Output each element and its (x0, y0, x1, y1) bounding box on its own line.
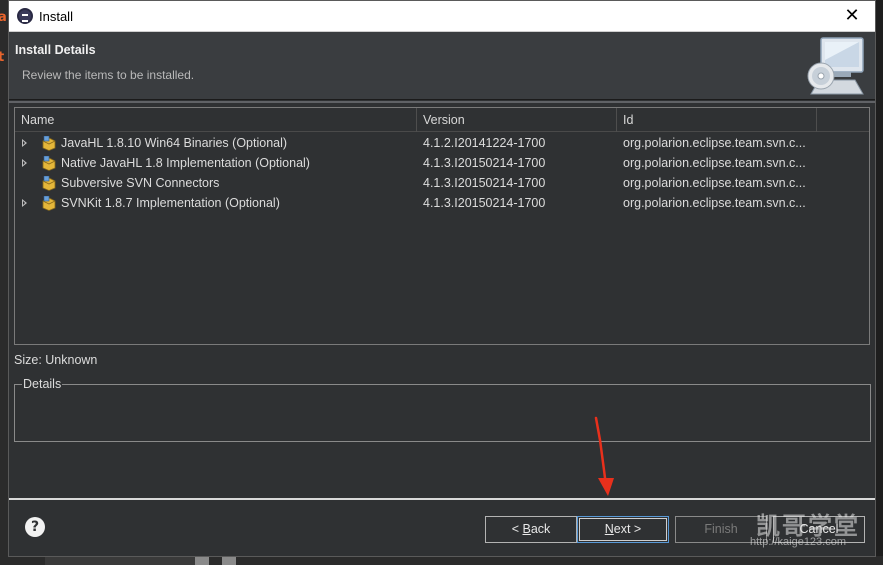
item-id: org.polarion.eclipse.team.svn.c... (623, 136, 806, 150)
watermark-url: http://kaige123.com (750, 536, 847, 548)
wizard-header: Install Details Review the items to be i… (9, 32, 875, 100)
item-id: org.polarion.eclipse.team.svn.c... (623, 156, 806, 170)
header-separator (9, 101, 875, 103)
expand-arrow-hollow (23, 201, 25, 205)
package-icon (42, 176, 56, 191)
details-group: Details (14, 378, 871, 442)
page-description: Review the items to be installed. (22, 68, 195, 82)
close-button[interactable]: ✕ (829, 1, 875, 31)
expand-arrow-hollow (23, 141, 25, 145)
help-icon[interactable]: ? (25, 517, 45, 537)
package-icon (42, 136, 56, 151)
back-button-mnemonic: B (522, 522, 531, 536)
back-button-label: ack (530, 522, 551, 536)
next-button-label: ext > (613, 522, 642, 536)
install-wizard-icon (807, 37, 864, 95)
next-button-mnemonic: N (604, 522, 614, 536)
background-app-strip: a t (0, 0, 8, 565)
install-size-label: Size: Unknown (14, 353, 98, 367)
table-row[interactable]: SVNKit 1.8.7 Implementation (Optional) 4… (15, 194, 869, 214)
column-header-id[interactable]: Id (617, 108, 817, 132)
background-text-fragment: a (0, 10, 7, 25)
item-id: org.polarion.eclipse.team.svn.c... (623, 176, 806, 190)
column-header-version[interactable]: Version (417, 108, 617, 132)
item-name: SVNKit 1.8.7 Implementation (Optional) (61, 196, 280, 210)
title-bar[interactable]: Install ✕ (9, 1, 875, 32)
item-name: Subversive SVN Connectors (61, 176, 220, 190)
back-button-prefix: < (511, 522, 523, 536)
table-header: Name Version Id (15, 108, 869, 132)
table-row[interactable]: JavaHL 1.8.10 Win64 Binaries (Optional) … (15, 134, 869, 154)
item-version: 4.1.3.I20150214-1700 (423, 156, 546, 170)
close-icon: ✕ (844, 5, 860, 26)
item-name: Native JavaHL 1.8 Implementation (Option… (61, 156, 310, 170)
background-bottom-strip (0, 556, 883, 565)
item-version: 4.1.2.I20141224-1700 (423, 136, 546, 150)
column-header-name[interactable]: Name (15, 108, 417, 132)
background-scrollbar (195, 556, 209, 565)
install-dialog: Install ✕ Install Details Review the ite… (8, 0, 876, 557)
expand-arrow-hollow (23, 161, 25, 165)
background-panel (45, 556, 195, 565)
site-watermark: 凯哥学堂 http://kaige123.com (750, 506, 870, 554)
eclipse-app-icon (17, 8, 33, 24)
back-button[interactable]: < Back (485, 516, 577, 543)
footer-separator (9, 498, 875, 500)
package-icon (42, 156, 56, 171)
details-group-label: Details (22, 377, 63, 391)
background-text-fragment: t (0, 50, 5, 65)
background-scrollbar (222, 556, 236, 565)
package-icon (42, 196, 56, 211)
install-items-table[interactable]: Name Version Id JavaHL 1.8.10 Win64 Bina… (14, 107, 870, 345)
next-button[interactable]: Next > (577, 516, 669, 543)
item-id: org.polarion.eclipse.team.svn.c... (623, 196, 806, 210)
window-title: Install (39, 9, 73, 24)
item-version: 4.1.3.I20150214-1700 (423, 196, 546, 210)
item-version: 4.1.3.I20150214-1700 (423, 176, 546, 190)
item-name: JavaHL 1.8.10 Win64 Binaries (Optional) (61, 136, 288, 150)
page-title: Install Details (15, 43, 96, 57)
table-row[interactable]: Native JavaHL 1.8 Implementation (Option… (15, 154, 869, 174)
table-row[interactable]: Subversive SVN Connectors 4.1.3.I2015021… (15, 174, 869, 194)
